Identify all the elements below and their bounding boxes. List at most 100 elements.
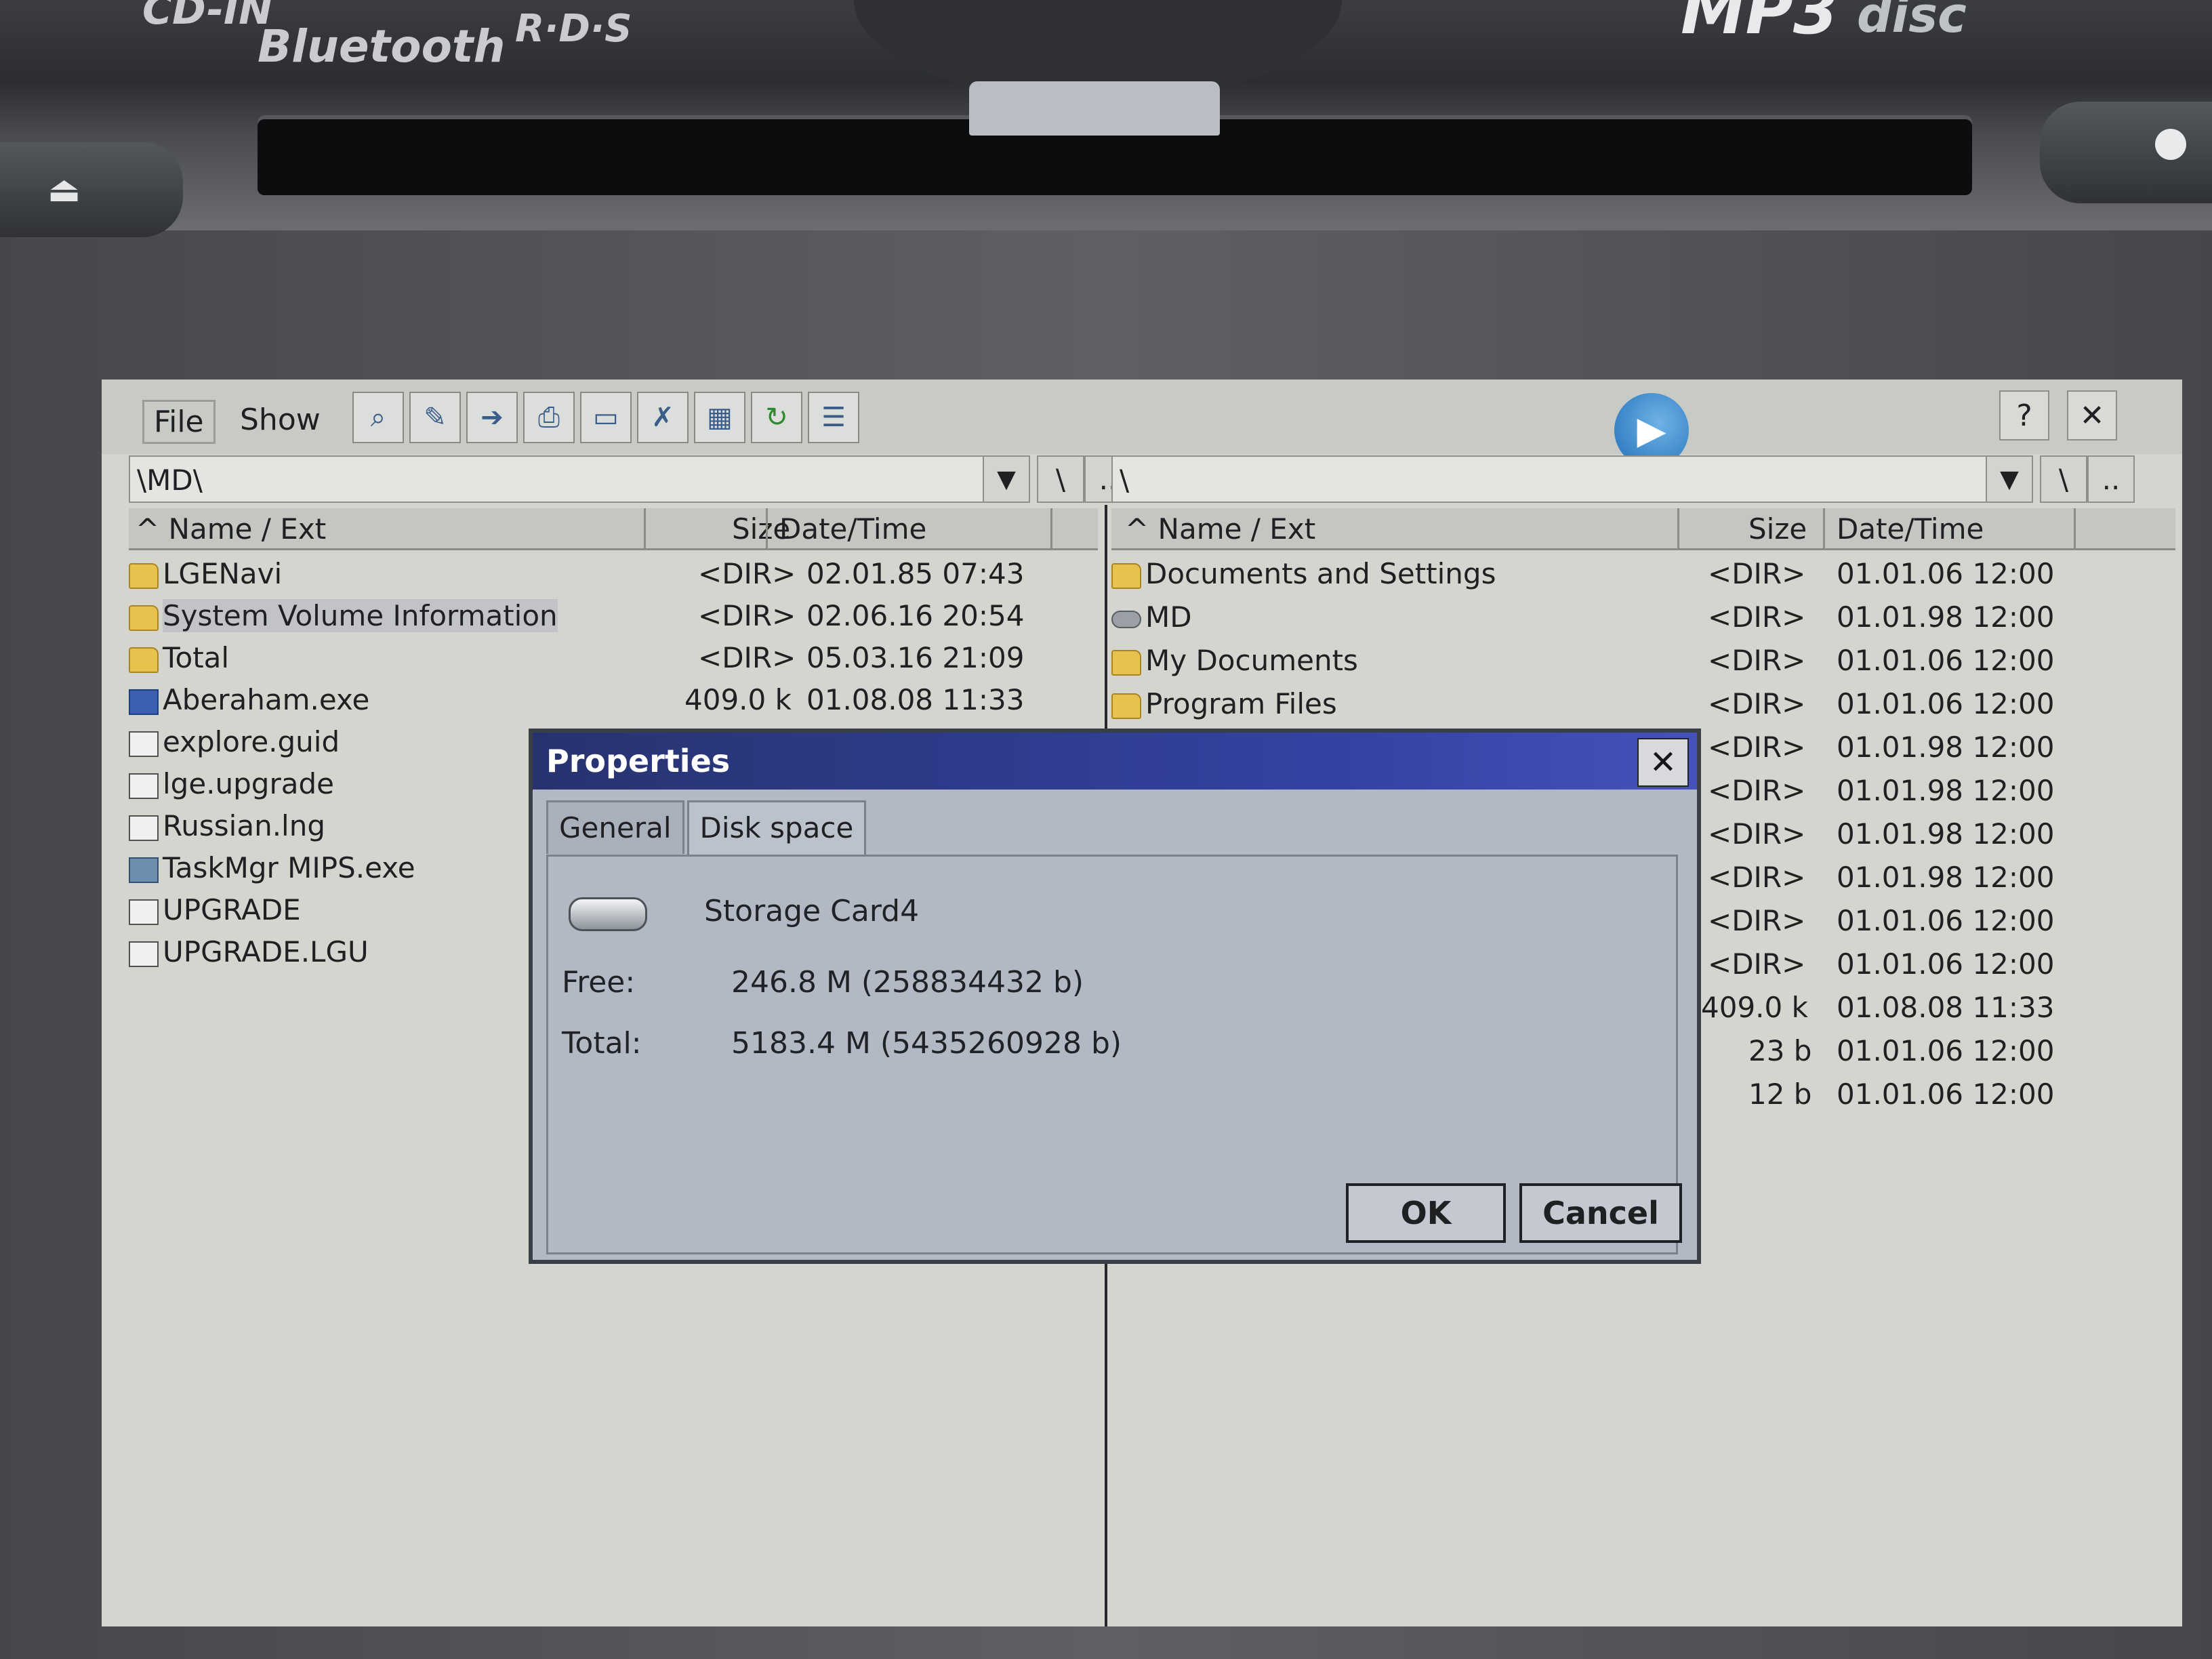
file-name: UPGRADE.LGU [163,935,369,968]
eject-icon: ⏏ [47,169,81,210]
list-item[interactable]: UPGRADE.LGU [129,931,369,973]
close-app-button[interactable]: ✕ [2067,390,2117,441]
file-name: lge.upgrade [163,767,334,800]
print-icon[interactable]: ⎙ [523,392,575,443]
file-size: <DIR> [1708,947,1806,981]
menu-file[interactable]: File [142,400,216,444]
file-name: Aberaham.exe [163,683,370,716]
dialog-tabs: General Disk space [546,800,869,858]
list-item[interactable]: Russian.lng [129,805,325,847]
right-header-date[interactable]: Date/Time [1837,508,1984,550]
file-name: Program Files [1145,687,1337,720]
mp3-logo: MP3 [1681,0,1839,49]
left-column-header: ^ Name / Ext Size Date/Time [129,508,1098,550]
right-up-button[interactable]: .. [2087,455,2135,503]
move-icon[interactable]: ➔ [466,392,518,443]
file-date: 01.01.06 12:00 [1837,687,2055,720]
left-path-input[interactable]: \MD\ [129,455,996,503]
drive-name: Storage Card4 [704,894,920,928]
list-item[interactable]: Total <DIR> 05.03.16 21:09 [129,637,1024,679]
list-item[interactable]: lge.upgrade [129,763,334,805]
column-separator[interactable] [1677,508,1679,550]
file-size: 23 b [1748,1034,1812,1067]
list-item[interactable]: explore.guid [129,721,340,763]
list-item[interactable]: My Documents <DIR> 01.01.06 12:00 [1111,640,2175,682]
properties-icon[interactable]: ☰ [808,392,859,443]
properties-dialog: Properties ✕ General Disk space Storage … [529,729,1701,1264]
list-item[interactable]: MD <DIR> 01.01.98 12:00 [1111,596,2175,638]
delete-icon[interactable]: ✗ [637,392,689,443]
chevron-down-icon[interactable]: ▼ [983,455,1030,503]
file-size: <DIR> [1708,600,1806,634]
power-button[interactable] [2040,102,2212,203]
file-size: 409.0 k [684,683,792,716]
file-size: <DIR> [1708,904,1806,937]
file-date: 01.01.98 12:00 [1837,600,2055,634]
help-button[interactable]: ? [1999,390,2049,441]
right-header-size[interactable]: Size [1748,508,1807,550]
left-header-date[interactable]: Date/Time [779,508,926,550]
refresh-icon[interactable]: ↻ [751,392,802,443]
column-separator[interactable] [766,508,768,550]
file-date: 01.01.98 12:00 [1837,817,2055,851]
menu-show[interactable]: Show [230,400,330,440]
disc-slot-tab [969,81,1220,136]
column-separator[interactable] [644,508,646,550]
cd-in-logo: CD-IN [142,0,273,34]
ok-button[interactable]: OK [1346,1183,1506,1243]
column-separator[interactable] [1050,508,1052,550]
file-date: 01.08.08 11:33 [806,683,1025,716]
chevron-down-icon[interactable]: ▼ [1986,455,2033,503]
new-folder-icon[interactable]: ▭ [580,392,632,443]
view-grid-icon[interactable]: ▦ [694,392,745,443]
list-item[interactable]: LGENavi <DIR> 02.01.85 07:43 [129,553,1024,595]
list-item[interactable]: Program Files <DIR> 01.01.06 12:00 [1111,683,2175,725]
tab-disk-space[interactable]: Disk space [687,800,867,858]
close-icon[interactable]: ✕ [1637,738,1689,787]
right-column-header: ^ Name / Ext Size Date/Time [1111,508,2175,550]
drive-icon [1111,610,1141,628]
folder-icon [1111,693,1141,719]
folder-icon [1111,649,1141,676]
file-icon [129,941,159,967]
free-label: Free: [562,965,636,1000]
file-date: 01.01.98 12:00 [1837,774,2055,807]
total-label: Total: [562,1026,642,1061]
file-size: 12 b [1748,1078,1812,1111]
cancel-button[interactable]: Cancel [1519,1183,1682,1243]
file-date: 01.01.06 12:00 [1837,557,2055,590]
list-item[interactable]: UPGRADE [129,889,301,931]
list-item[interactable]: TaskMgr MIPS.exe [129,847,415,889]
right-header-name[interactable]: ^ Name / Ext [1125,508,1315,550]
list-item[interactable]: Documents and Settings <DIR> 01.01.06 12… [1111,553,2175,595]
folder-icon [129,562,159,589]
power-indicator [2155,129,2186,160]
column-separator[interactable] [2074,508,2076,550]
column-separator[interactable] [1823,508,1825,550]
left-pathbar: \MD\ ▼ \ .. [129,455,1132,506]
eject-button[interactable] [0,142,183,237]
file-icon [129,731,159,757]
file-date: 01.01.06 12:00 [1837,644,2055,677]
folder-icon [1111,562,1141,589]
find-file-icon[interactable]: ✎ [409,392,461,443]
total-value: 5183.4 M (5435260928 b) [731,1026,1122,1061]
file-date: 01.01.06 12:00 [1837,947,2055,981]
list-item[interactable]: System Volume Information <DIR> 02.06.16… [129,595,1024,637]
file-name: TaskMgr MIPS.exe [163,851,415,884]
tab-general[interactable]: General [546,800,684,854]
search-icon[interactable]: ⌕ [352,392,404,443]
file-icon [129,815,159,841]
right-path-input[interactable]: \ [1111,455,2006,503]
file-size: 409.0 k [1701,991,1808,1024]
left-root-button[interactable]: \ [1037,455,1084,503]
left-header-name[interactable]: ^ Name / Ext [136,508,326,550]
list-item[interactable]: Aberaham.exe 409.0 k 01.08.08 11:33 [129,679,1024,721]
file-name: MD [1145,600,1192,634]
file-size: <DIR> [698,641,796,674]
toolbar: File Show ⌕ ✎ ➔ ⎙ ▭ ✗ ▦ ↻ ☰ ▶ ? ✕ [102,380,2182,468]
file-size: <DIR> [1708,861,1806,894]
file-name: Total [163,641,230,674]
file-icon [129,899,159,925]
right-root-button[interactable]: \ [2040,455,2087,503]
